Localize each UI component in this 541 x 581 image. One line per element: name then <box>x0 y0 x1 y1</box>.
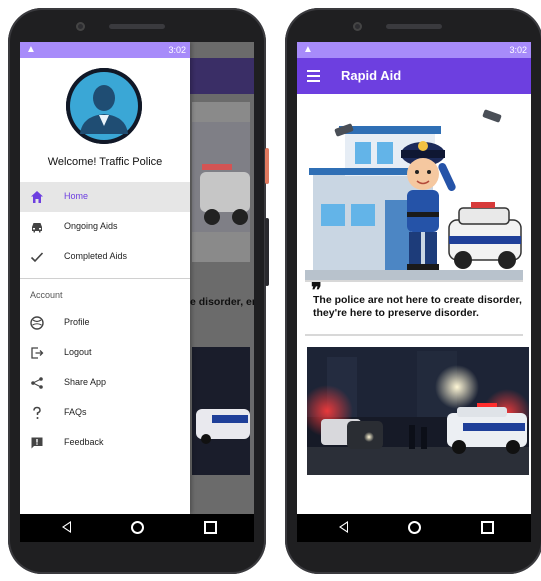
share-icon <box>31 377 43 389</box>
drawer-item-ongoing-aids[interactable]: Ongoing Aids <box>20 212 190 242</box>
side-button <box>265 218 269 286</box>
status-time: 3:02 <box>168 45 186 55</box>
home-icon <box>31 191 43 203</box>
dimmed-quote-text: e disorder, er. <box>190 296 254 308</box>
welcome-text: Welcome! Traffic Police <box>47 156 163 168</box>
drawer-divider <box>20 278 190 279</box>
night-scene-image <box>307 347 529 475</box>
drawer-item-faqs[interactable]: FAQs <box>20 398 190 428</box>
home-button-icon[interactable] <box>131 521 144 534</box>
drawer-item-label: Logout <box>64 347 92 357</box>
back-icon[interactable] <box>339 521 348 533</box>
side-button <box>265 148 269 184</box>
signal-icon: ▲ <box>26 44 36 55</box>
avatar <box>66 68 142 144</box>
drawer-item-home[interactable]: Home <box>20 182 190 212</box>
dimmed-hero-image <box>192 102 250 262</box>
phone-right: ▲ 3:02 Rapid Aid ❞ The police are not he… <box>285 8 541 574</box>
check-icon <box>30 252 44 263</box>
help-icon <box>33 406 41 419</box>
dimmed-night-image <box>192 347 250 475</box>
system-nav-bar <box>20 514 254 542</box>
content-divider <box>305 280 523 282</box>
drawer-item-label: Profile <box>64 317 90 327</box>
drawer-item-label: Share App <box>64 377 107 387</box>
drawer-item-completed-aids[interactable]: Completed Aids <box>20 242 190 272</box>
section-header-account: Account <box>30 290 63 300</box>
drawer-item-label: FAQs <box>64 407 87 417</box>
drawer-item-profile[interactable]: Profile <box>20 308 190 338</box>
status-time: 3:02 <box>509 45 527 55</box>
home-button-icon[interactable] <box>408 521 421 534</box>
drawer-item-label: Feedback <box>64 437 104 447</box>
front-camera <box>353 22 362 31</box>
car-icon <box>32 223 42 233</box>
app-title: Rapid Aid <box>341 68 402 83</box>
front-camera <box>76 22 85 31</box>
earpiece <box>109 24 165 29</box>
status-bar: ▲ 3:02 <box>20 42 190 58</box>
back-icon[interactable] <box>62 521 71 533</box>
system-nav-bar <box>297 514 531 542</box>
drawer-item-label: Completed Aids <box>64 251 128 261</box>
drawer-item-label: Home <box>64 191 89 201</box>
recents-icon[interactable] <box>204 521 217 534</box>
drawer-item-logout[interactable]: Logout <box>20 338 190 368</box>
drawer-item-label: Ongoing Aids <box>64 221 118 231</box>
screen: ▲ 3:02 Rapid Aid ❞ The police are not he… <box>297 42 531 542</box>
status-bar: ▲ 3:02 <box>297 42 531 58</box>
content-divider <box>305 334 523 336</box>
earpiece <box>386 24 442 29</box>
menu-icon[interactable] <box>307 70 320 85</box>
signal-icon: ▲ <box>303 44 313 55</box>
drawer-item-feedback[interactable]: Feedback <box>20 428 190 458</box>
recents-icon[interactable] <box>481 521 494 534</box>
navigation-drawer: ▲ 3:02 Welcome! Traffic Police Home Ongo… <box>20 42 190 514</box>
profile-icon <box>30 316 44 330</box>
screen: e disorder, er. ▲ 3:02 Welcome! Traffic … <box>20 42 254 542</box>
drawer-item-share-app[interactable]: Share App <box>20 368 190 398</box>
feedback-icon <box>31 437 43 449</box>
hero-illustration <box>305 102 523 282</box>
phone-left: e disorder, er. ▲ 3:02 Welcome! Traffic … <box>8 8 269 574</box>
quote-text: The police are not here to create disord… <box>313 294 522 319</box>
logout-icon <box>31 347 44 359</box>
app-bar: Rapid Aid <box>297 58 531 94</box>
dimmed-app-bar <box>190 58 254 94</box>
